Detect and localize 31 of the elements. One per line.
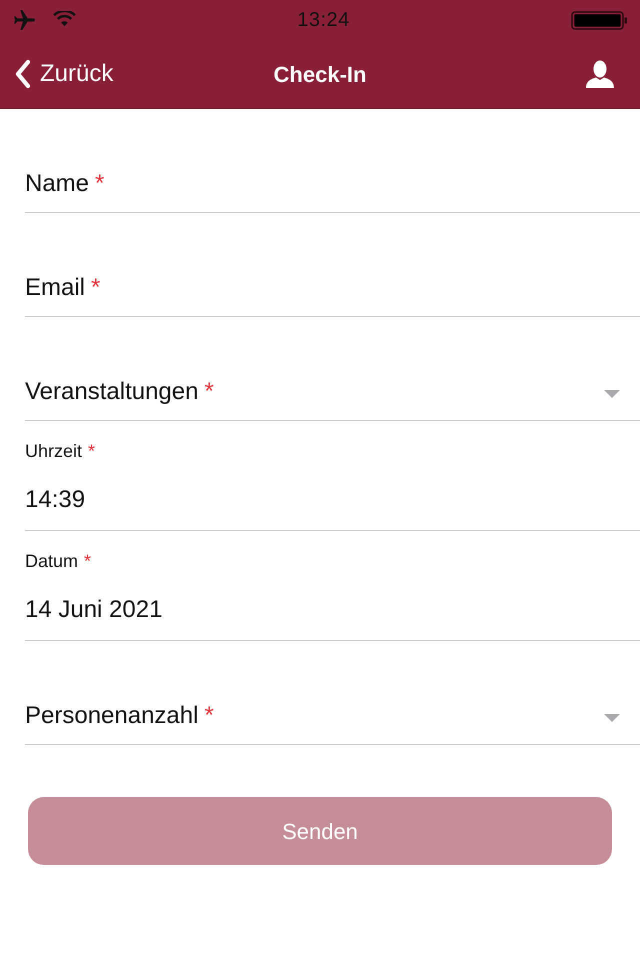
field-label: Uhrzeit [25,440,82,462]
field-value: 14:39 [25,486,86,514]
input-field[interactable]: Datum * 14 Juni 2021 [25,531,640,641]
field-label: Veranstaltungen [25,378,198,406]
battery-icon [571,10,628,30]
input-field[interactable]: Uhrzeit * 14:39 [25,421,640,531]
caret-down-icon [604,714,620,722]
required-mark: * [91,274,100,302]
screen-title: Check-In [274,60,366,88]
input-field[interactable]: Name * [25,109,640,213]
input-field[interactable]: Email * [25,213,640,317]
airplane-icon [12,8,37,32]
field-label: Datum [25,550,78,572]
caret-down-icon [604,390,620,398]
user-silhouette-icon [586,60,614,88]
field-label: Name [25,170,90,198]
dropdown-field[interactable]: Veranstaltungen * [25,317,640,421]
profile-button[interactable] [586,60,614,88]
required-mark: * [95,170,104,198]
field-value: 14 Juni 2021 [25,596,162,624]
clock-time: 13:24 [297,8,350,33]
required-mark: * [204,378,214,406]
required-mark: * [204,702,214,730]
required-mark: * [88,440,96,462]
field-label: Personenanzahl [25,702,198,730]
field-label: Email [25,274,86,302]
chevron-left-icon [14,59,32,89]
back-button[interactable]: Zurück [14,56,114,92]
required-mark: * [84,550,92,572]
dropdown-field[interactable]: Personenanzahl * [25,641,640,745]
wifi-icon [53,11,76,29]
